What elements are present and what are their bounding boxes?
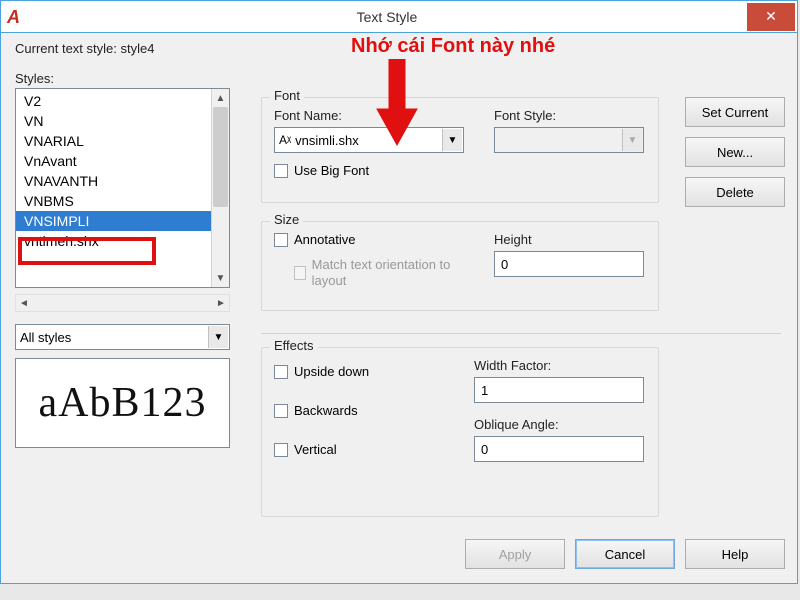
list-item[interactable]: VnAvant	[16, 151, 211, 171]
vertical-label: Vertical	[294, 442, 337, 457]
checkbox-icon	[274, 365, 288, 379]
text-style-dialog: A Text Style ✕ Current text style: style…	[0, 0, 798, 584]
scroll-up-icon[interactable]: ▲	[212, 89, 229, 107]
current-style-label: Current text style:	[15, 41, 117, 56]
apply-button[interactable]: Apply	[465, 539, 565, 569]
font-shx-icon: Aᵡ	[279, 133, 291, 147]
size-group: Size Annotative Match text orientation t…	[261, 221, 659, 311]
current-style-value: style4	[121, 41, 155, 56]
filter-value: All styles	[20, 330, 71, 345]
height-input[interactable]: 0	[494, 251, 644, 277]
size-group-label: Size	[270, 212, 303, 227]
effects-group: Effects Upside down Backwards Vertical	[261, 347, 659, 517]
vertical-checkbox[interactable]: Vertical	[274, 442, 434, 457]
chevron-down-icon: ▼	[622, 129, 642, 151]
chevron-down-icon[interactable]: ▼	[442, 129, 462, 151]
annotation-arrow-icon	[371, 59, 421, 149]
font-name-value: vnsimli.shx	[295, 133, 359, 148]
delete-button[interactable]: Delete	[685, 177, 785, 207]
list-item-selected[interactable]: VNSIMPLI	[16, 211, 211, 231]
font-style-label: Font Style:	[494, 108, 644, 123]
styles-filter-combo[interactable]: All styles ▼	[15, 324, 230, 350]
help-button[interactable]: Help	[685, 539, 785, 569]
checkbox-icon	[274, 233, 288, 247]
preview-panel: aAbB123	[15, 358, 230, 448]
checkbox-icon	[274, 443, 288, 457]
annotation-text: Nhớ cái Font này nhé	[351, 35, 555, 58]
preview-text: aAbB123	[39, 379, 207, 427]
checkbox-icon	[274, 164, 288, 178]
width-factor-input[interactable]: 1	[474, 377, 644, 403]
font-style-combo: ▼	[494, 127, 644, 153]
upside-down-label: Upside down	[294, 364, 369, 379]
list-scrollbar[interactable]: ▲ ▼	[211, 89, 229, 287]
font-name-label: Font Name:	[274, 108, 464, 123]
list-item[interactable]: VNBMS	[16, 191, 211, 211]
height-label: Height	[494, 232, 644, 247]
width-factor-label: Width Factor:	[474, 358, 644, 373]
effects-group-label: Effects	[270, 338, 318, 353]
font-group: Font Font Name: Aᵡ vnsimli.shx ▼ Font St…	[261, 97, 659, 203]
backwards-label: Backwards	[294, 403, 358, 418]
use-big-font-label: Use Big Font	[294, 163, 369, 178]
font-group-label: Font	[270, 88, 304, 103]
titlebar: A Text Style ✕	[1, 1, 797, 33]
match-orientation-checkbox: Match text orientation to layout	[294, 257, 454, 288]
list-item[interactable]: vntimeh.shx	[16, 231, 211, 251]
styles-label: Styles:	[15, 71, 240, 86]
oblique-angle-label: Oblique Angle:	[474, 417, 644, 432]
app-icon: A	[7, 7, 27, 27]
upside-down-checkbox[interactable]: Upside down	[274, 364, 434, 379]
scroll-down-icon[interactable]: ▼	[212, 269, 229, 287]
list-item[interactable]: V2	[16, 91, 211, 111]
checkbox-icon	[294, 266, 306, 280]
list-item[interactable]: VN	[16, 111, 211, 131]
list-item[interactable]: VNARIAL	[16, 131, 211, 151]
annotative-label: Annotative	[294, 232, 355, 247]
font-name-combo[interactable]: Aᵡ vnsimli.shx ▼	[274, 127, 464, 153]
scroll-left-icon[interactable]: ◄	[16, 298, 32, 309]
window-title: Text Style	[27, 9, 747, 25]
match-orientation-label: Match text orientation to layout	[312, 257, 454, 288]
close-button[interactable]: ✕	[747, 3, 795, 31]
annotative-checkbox[interactable]: Annotative	[274, 232, 474, 247]
oblique-angle-input[interactable]: 0	[474, 436, 644, 462]
list-item[interactable]: VNAVANTH	[16, 171, 211, 191]
backwards-checkbox[interactable]: Backwards	[274, 403, 434, 418]
new-button[interactable]: New...	[685, 137, 785, 167]
chevron-down-icon[interactable]: ▼	[208, 326, 228, 348]
styles-listbox[interactable]: V2 VN VNARIAL VnAvant VNAVANTH VNBMS VNS…	[15, 88, 230, 288]
cancel-button[interactable]: Cancel	[575, 539, 675, 569]
use-big-font-checkbox[interactable]: Use Big Font	[274, 163, 646, 178]
separator	[261, 333, 781, 334]
checkbox-icon	[274, 404, 288, 418]
scroll-right-icon[interactable]: ►	[213, 298, 229, 309]
scroll-thumb[interactable]	[213, 107, 228, 207]
set-current-button[interactable]: Set Current	[685, 97, 785, 127]
list-hscroll[interactable]: ◄ ►	[15, 294, 230, 312]
